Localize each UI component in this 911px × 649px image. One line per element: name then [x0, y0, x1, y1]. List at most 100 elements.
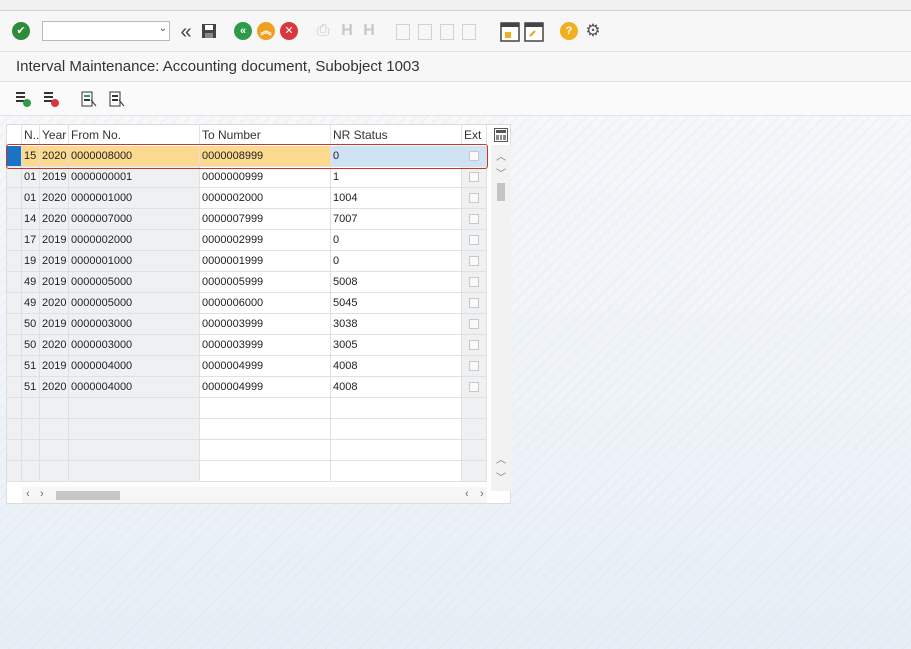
- row-selector[interactable]: [7, 461, 22, 482]
- cell-to[interactable]: 0000005999: [200, 272, 331, 293]
- cell-status[interactable]: 0: [331, 146, 462, 167]
- scroll-right-end-icon[interactable]: ›: [480, 488, 484, 500]
- settings-icon[interactable]: ⚙: [583, 21, 603, 41]
- ext-checkbox[interactable]: [469, 235, 479, 245]
- cell-to[interactable]: 0000000999: [200, 167, 331, 188]
- h-scroll-thumb[interactable]: [56, 491, 120, 500]
- cell-to[interactable]: 0000003999: [200, 314, 331, 335]
- header-to[interactable]: To Number: [200, 125, 331, 145]
- find-next-icon[interactable]: H: [360, 22, 378, 40]
- ext-checkbox[interactable]: [469, 256, 479, 266]
- ext-checkbox[interactable]: [469, 382, 479, 392]
- cell-to[interactable]: 0000004999: [200, 356, 331, 377]
- header-year[interactable]: Year: [40, 125, 69, 145]
- command-input[interactable]: [43, 22, 159, 40]
- ext-checkbox[interactable]: [469, 151, 479, 161]
- ext-checkbox[interactable]: [469, 298, 479, 308]
- scroll-left-icon[interactable]: ‹: [26, 488, 30, 500]
- row-selector[interactable]: [7, 188, 22, 209]
- first-page-icon[interactable]: [396, 24, 410, 40]
- header-status[interactable]: NR Status: [331, 125, 462, 145]
- ext-checkbox[interactable]: [469, 277, 479, 287]
- row-selector[interactable]: [7, 146, 22, 167]
- print-icon[interactable]: ⎙: [314, 22, 332, 40]
- cell-status[interactable]: 7007: [331, 209, 462, 230]
- cell-status[interactable]: 4008: [331, 377, 462, 398]
- table-row[interactable]: 01 2019 0000000001 0000000999 1: [7, 167, 487, 188]
- cell-to[interactable]: 0000008999: [200, 146, 331, 167]
- scroll-down-bottom-icon[interactable]: ﹀: [491, 469, 511, 484]
- scroll-down-icon[interactable]: ﹀: [491, 165, 511, 180]
- change-status-icon[interactable]: [80, 90, 98, 108]
- table-row[interactable]: 17 2019 0000002000 0000002999 0: [7, 230, 487, 251]
- enter-check-icon[interactable]: ✔: [12, 22, 30, 40]
- chevron-down-icon[interactable]: ⌄: [159, 23, 167, 34]
- row-selector[interactable]: [7, 209, 22, 230]
- insert-interval-icon[interactable]: [14, 90, 32, 108]
- table-row[interactable]: 19 2019 0000001000 0000001999 0: [7, 251, 487, 272]
- table-row[interactable]: 15 2020 0000008000 0000008999 0: [7, 146, 487, 167]
- ext-checkbox[interactable]: [469, 172, 479, 182]
- exit-icon[interactable]: ︽: [257, 22, 275, 40]
- table-row[interactable]: 49 2019 0000005000 0000005999 5008: [7, 272, 487, 293]
- row-selector[interactable]: [7, 398, 22, 419]
- horizontal-scrollbar[interactable]: ‹ › ‹ ›: [22, 487, 487, 503]
- ext-checkbox[interactable]: [469, 193, 479, 203]
- row-selector[interactable]: [7, 377, 22, 398]
- row-selector[interactable]: [7, 335, 22, 356]
- cancel-icon[interactable]: ✕: [280, 22, 298, 40]
- scroll-thumb[interactable]: [497, 183, 505, 201]
- row-selector[interactable]: [7, 314, 22, 335]
- table-row[interactable]: 51 2020 0000004000 0000004999 4008: [7, 377, 487, 398]
- create-session-icon[interactable]: [500, 22, 520, 42]
- cell-to[interactable]: 0000003999: [200, 335, 331, 356]
- table-row[interactable]: 14 2020 0000007000 0000007999 7007: [7, 209, 487, 230]
- table-row[interactable]: 51 2019 0000004000 0000004999 4008: [7, 356, 487, 377]
- header-no[interactable]: N..: [22, 125, 40, 145]
- cell-to[interactable]: 0000007999: [200, 209, 331, 230]
- back-double-icon[interactable]: «: [176, 21, 196, 43]
- cell-status[interactable]: 1: [331, 167, 462, 188]
- ext-checkbox[interactable]: [469, 214, 479, 224]
- row-selector[interactable]: [7, 272, 22, 293]
- detail-icon[interactable]: [108, 90, 126, 108]
- next-page-icon[interactable]: [440, 24, 454, 40]
- cell-status[interactable]: 5045: [331, 293, 462, 314]
- row-selector[interactable]: [7, 419, 22, 440]
- ext-checkbox[interactable]: [469, 319, 479, 329]
- vertical-scrollbar[interactable]: ︿ ﹀ ︿ ﹀: [491, 145, 511, 491]
- help-icon[interactable]: ?: [560, 22, 578, 40]
- header-from[interactable]: From No.: [69, 125, 200, 145]
- header-ext[interactable]: Ext: [462, 125, 487, 145]
- cell-to[interactable]: 0000002000: [200, 188, 331, 209]
- cell-status[interactable]: 0: [331, 230, 462, 251]
- scroll-up-bottom-icon[interactable]: ︿: [491, 451, 511, 466]
- table-row[interactable]: 50 2020 0000003000 0000003999 3005: [7, 335, 487, 356]
- row-selector[interactable]: [7, 251, 22, 272]
- cell-to[interactable]: 0000002999: [200, 230, 331, 251]
- table-row[interactable]: 50 2019 0000003000 0000003999 3038: [7, 314, 487, 335]
- row-selector[interactable]: [7, 167, 22, 188]
- prev-page-icon[interactable]: [418, 24, 432, 40]
- delete-interval-icon[interactable]: [42, 90, 60, 108]
- cell-to[interactable]: 0000001999: [200, 251, 331, 272]
- cell-status[interactable]: 3038: [331, 314, 462, 335]
- row-selector[interactable]: [7, 230, 22, 251]
- save-icon[interactable]: [200, 22, 218, 40]
- cell-status[interactable]: 5008: [331, 272, 462, 293]
- cell-to[interactable]: 0000004999: [200, 377, 331, 398]
- ext-checkbox[interactable]: [469, 340, 479, 350]
- back-icon[interactable]: «: [234, 22, 252, 40]
- cell-status[interactable]: 4008: [331, 356, 462, 377]
- row-selector[interactable]: [7, 440, 22, 461]
- scroll-up-icon[interactable]: ︿: [491, 148, 511, 163]
- scroll-left-end-icon[interactable]: ‹: [465, 488, 469, 500]
- scroll-right-icon[interactable]: ›: [40, 488, 44, 500]
- cell-to[interactable]: 0000006000: [200, 293, 331, 314]
- shortcut-icon[interactable]: [524, 22, 544, 42]
- column-settings-icon[interactable]: [493, 127, 509, 143]
- cell-status[interactable]: 0: [331, 251, 462, 272]
- command-field[interactable]: ⌄: [42, 21, 170, 41]
- cell-status[interactable]: 3005: [331, 335, 462, 356]
- row-selector[interactable]: [7, 356, 22, 377]
